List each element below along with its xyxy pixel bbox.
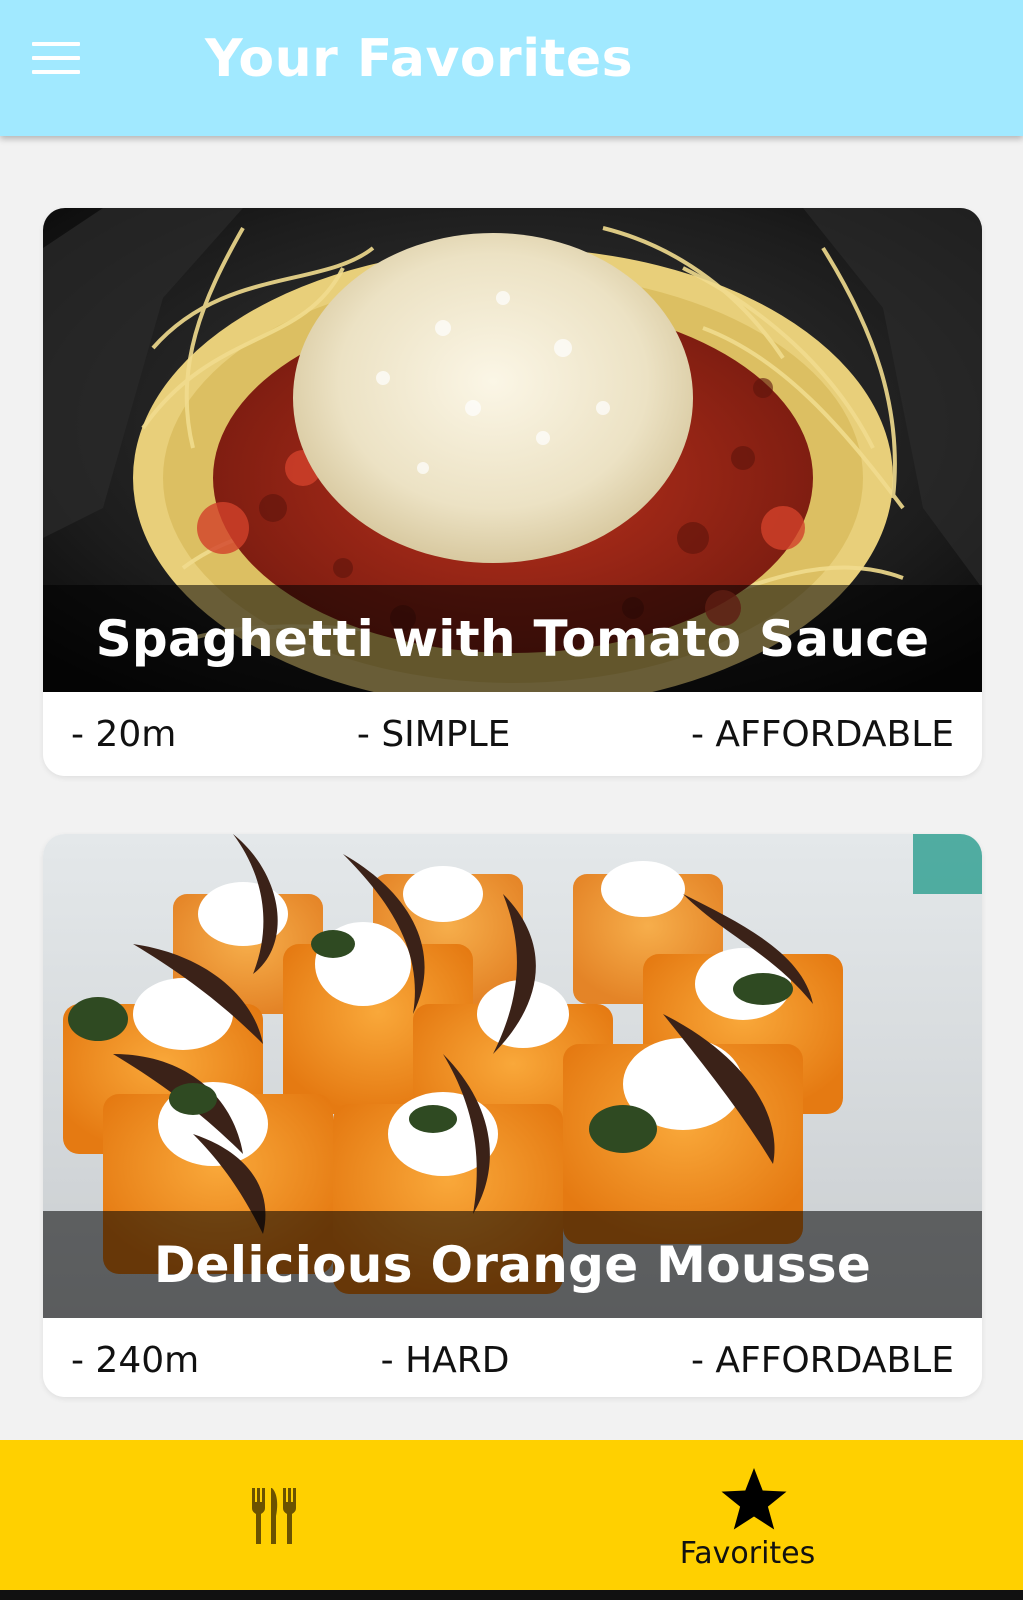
tab-favorites[interactable]: Favorites <box>512 1440 1023 1590</box>
meal-card-spaghetti[interactable]: Spaghetti with Tomato Sauce - 20m - SIMP… <box>43 208 982 776</box>
meal-title-overlay: Delicious Orange Mousse <box>43 1211 982 1318</box>
meal-title: Spaghetti with Tomato Sauce <box>95 609 930 668</box>
meal-title-overlay: Spaghetti with Tomato Sauce <box>43 585 982 692</box>
system-nav-bar <box>0 1590 1023 1600</box>
hamburger-menu-icon[interactable] <box>22 30 90 86</box>
app-header: Your Favorites <box>0 0 1023 136</box>
page-title: Your Favorites <box>205 29 634 89</box>
meal-complexity: - SIMPLE <box>356 713 511 755</box>
app-screen: Your Favorites Spaghetti with Tomato Sau… <box>0 0 1023 1600</box>
tab-favorites-label: Favorites <box>679 1536 816 1571</box>
star-icon <box>721 1468 787 1530</box>
bottom-tab-bar: Favorites <box>0 1440 1023 1590</box>
spaghetti-photo: Spaghetti with Tomato Sauce <box>43 208 982 692</box>
meal-duration: - 240m <box>71 1339 200 1381</box>
meal-title: Delicious Orange Mousse <box>153 1235 872 1294</box>
cutlery-icon <box>252 1488 296 1544</box>
meal-complexity: - HARD <box>380 1339 510 1381</box>
meal-details: - 20m - SIMPLE - AFFORDABLE <box>43 692 982 776</box>
meal-details: - 240m - HARD - AFFORDABLE <box>43 1318 982 1397</box>
tab-meals[interactable] <box>0 1440 511 1590</box>
meal-duration: - 20m <box>71 713 177 755</box>
meal-affordability: - AFFORDABLE <box>690 1339 954 1381</box>
orange-mousse-photo: Delicious Orange Mousse <box>43 834 982 1318</box>
meal-affordability: - AFFORDABLE <box>690 713 954 755</box>
meal-card-orange-mousse[interactable]: Delicious Orange Mousse - 240m - HARD - … <box>43 834 982 1397</box>
